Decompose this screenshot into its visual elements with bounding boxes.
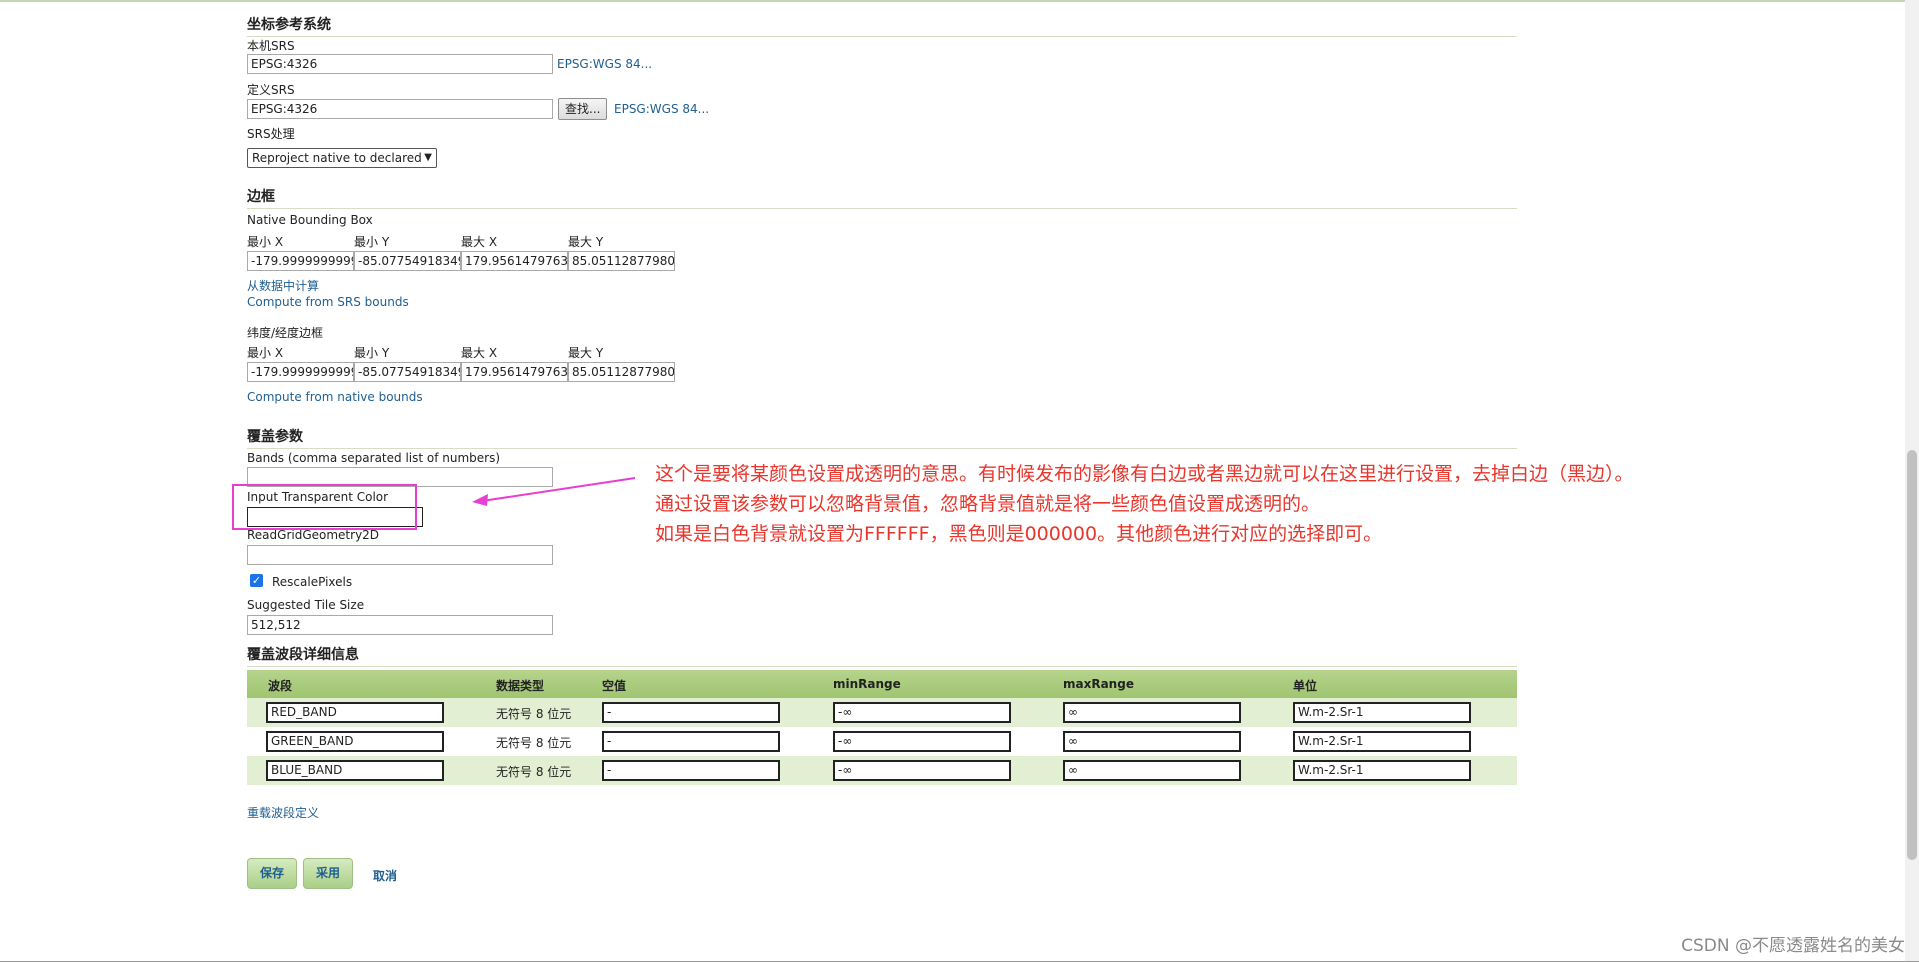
band-unit-input[interactable]: W.m-2.Sr-1 [1293, 702, 1471, 723]
bands-label: Bands (comma separated list of numbers) [247, 451, 501, 465]
scrollbar-thumb[interactable] [1907, 450, 1917, 860]
band-table-header: 波段 数据类型 空值 minRange maxRange 单位 [247, 670, 1517, 699]
band-name-input[interactable]: RED_BAND [266, 702, 444, 723]
latlon-maxx-header: 最大 X [461, 346, 498, 360]
band-minrange-input[interactable]: -∞ [833, 731, 1011, 752]
srs-section-title: 坐标参考系统 [247, 14, 1517, 37]
native-maxx-header: 最大 X [461, 235, 498, 249]
header-unit: 单位 [1293, 679, 1318, 693]
band-null-input[interactable]: - [602, 702, 780, 723]
native-srs-link[interactable]: EPSG:WGS 84... [557, 57, 652, 71]
native-miny-input[interactable]: -85.077549183490 [354, 251, 461, 271]
annotation-line-1: 这个是要将某颜色设置成透明的意思。有时候发布的影像有白边或者黑边就可以在这里进行… [655, 463, 1634, 485]
table-row: RED_BAND 无符号 8 位元 - -∞ ∞ W.m-2.Sr-1 [247, 698, 1517, 727]
declared-srs-input[interactable]: EPSG:4326 [247, 99, 553, 119]
latlon-maxy-header: 最大 Y [568, 346, 604, 360]
band-datatype: 无符号 8 位元 [496, 736, 572, 750]
declared-srs-link[interactable]: EPSG:WGS 84... [614, 102, 709, 116]
highlight-box [232, 484, 417, 530]
rescale-pixels-label: RescalePixels [272, 575, 353, 589]
cancel-link[interactable]: 取消 [373, 867, 397, 884]
readgrid-label: ReadGridGeometry2D [247, 528, 380, 542]
native-srs-input[interactable]: EPSG:4326 [247, 54, 553, 74]
latlon-bbox-label: 纬度/经度边框 [247, 326, 324, 340]
native-srs-label: 本机SRS [247, 39, 295, 53]
tile-size-label: Suggested Tile Size [247, 598, 365, 612]
latlon-minx-header: 最小 X [247, 346, 284, 360]
band-null-input[interactable]: - [602, 731, 780, 752]
rescale-pixels-checkbox[interactable]: ✓ [250, 574, 263, 587]
band-maxrange-input[interactable]: ∞ [1063, 731, 1241, 752]
apply-button[interactable]: 采用 [303, 858, 353, 889]
save-button[interactable]: 保存 [247, 858, 297, 889]
bbox-section-title: 边框 [247, 186, 1517, 209]
native-maxy-header: 最大 Y [568, 235, 604, 249]
declared-srs-label: 定义SRS [247, 83, 295, 97]
compute-from-srs-link[interactable]: Compute from SRS bounds [247, 295, 409, 309]
native-maxx-input[interactable]: 179.956147976330 [461, 251, 568, 271]
band-maxrange-input[interactable]: ∞ [1063, 702, 1241, 723]
header-maxrange: maxRange [1063, 677, 1134, 691]
srs-handling-value: Reproject native to declared [252, 151, 422, 165]
compute-from-data-link[interactable]: 从数据中计算 [247, 277, 319, 294]
band-name-input[interactable]: BLUE_BAND [266, 760, 444, 781]
native-minx-input[interactable]: -179.99999999999 [247, 251, 354, 271]
reload-bands-link[interactable]: 重载波段定义 [247, 804, 319, 821]
latlon-miny-header: 最小 Y [354, 346, 390, 360]
latlon-miny-input[interactable]: -85.077549183490 [354, 362, 461, 382]
srs-handling-label: SRS处理 [247, 127, 295, 141]
native-bbox-label: Native Bounding Box [247, 213, 373, 227]
band-maxrange-input[interactable]: ∞ [1063, 760, 1241, 781]
band-minrange-input[interactable]: -∞ [833, 760, 1011, 781]
annotation-line-2: 通过设置该参数可以忽略背景值，忽略背景值就是将一些颜色值设置成透明的。 [655, 493, 1321, 515]
band-minrange-input[interactable]: -∞ [833, 702, 1011, 723]
native-maxy-input[interactable]: 85.051128779806 [568, 251, 675, 271]
header-datatype: 数据类型 [496, 679, 545, 693]
annotation-arrow [472, 477, 636, 506]
chevron-down-icon: ▼ [424, 152, 432, 163]
latlon-maxx-input[interactable]: 179.956147976330 [461, 362, 568, 382]
band-datatype: 无符号 8 位元 [496, 765, 572, 779]
tile-size-input[interactable]: 512,512 [247, 615, 553, 635]
latlon-maxy-input[interactable]: 85.051128779806 [568, 362, 675, 382]
table-row: BLUE_BAND 无符号 8 位元 - -∞ ∞ W.m-2.Sr-1 [247, 756, 1517, 785]
compute-from-native-link[interactable]: Compute from native bounds [247, 390, 423, 404]
find-srs-button[interactable]: 查找... [558, 98, 608, 120]
band-datatype: 无符号 8 位元 [496, 707, 572, 721]
header-null: 空值 [602, 679, 627, 693]
annotation-line-3: 如果是白色背景就设置为FFFFFF，黑色则是000000。其他颜色进行对应的选择… [655, 523, 1383, 545]
coverage-section-title: 覆盖参数 [247, 426, 1517, 449]
band-name-input[interactable]: GREEN_BAND [266, 731, 444, 752]
band-unit-input[interactable]: W.m-2.Sr-1 [1293, 760, 1471, 781]
header-band: 波段 [268, 679, 293, 693]
readgrid-input[interactable] [247, 545, 553, 565]
page-scrollbar[interactable] [1905, 0, 1919, 962]
watermark: CSDN @不愿透露姓名的美女 [1681, 936, 1905, 956]
band-null-input[interactable]: - [602, 760, 780, 781]
header-minrange: minRange [833, 677, 901, 691]
top-border [0, 0, 1919, 2]
native-minx-header: 最小 X [247, 235, 284, 249]
latlon-minx-input[interactable]: -179.99999999999 [247, 362, 354, 382]
native-miny-header: 最小 Y [354, 235, 390, 249]
band-unit-input[interactable]: W.m-2.Sr-1 [1293, 731, 1471, 752]
srs-handling-select[interactable]: Reproject native to declared ▼ [247, 148, 437, 168]
table-row: GREEN_BAND 无符号 8 位元 - -∞ ∞ W.m-2.Sr-1 [247, 727, 1517, 756]
bands-section-title: 覆盖波段详细信息 [247, 644, 1517, 667]
